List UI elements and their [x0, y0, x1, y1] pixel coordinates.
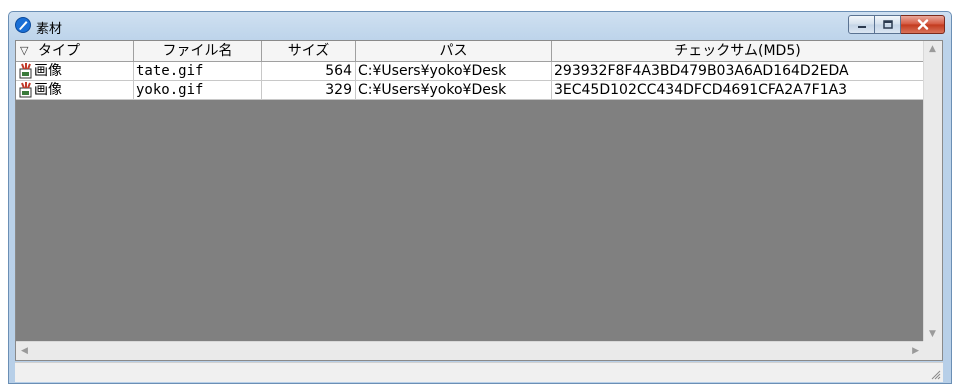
image-file-icon: [19, 82, 32, 98]
column-header-size[interactable]: サイズ: [262, 41, 356, 61]
scroll-up-icon[interactable]: ▲: [929, 44, 936, 54]
cell-checksum: 293932F8F4A3BD479B03A6AD164D2EDA: [552, 62, 924, 80]
cell-size: 564: [262, 62, 356, 80]
cell-type-text: 画像: [34, 63, 62, 79]
material-window: 素材 ▽ タイプ ファイル名 サイズ パス チェックサム(MD5) 画像 tat…: [8, 11, 952, 384]
sort-down-icon: ▽: [20, 44, 29, 57]
horizontal-scrollbar[interactable]: ◀ ▶: [16, 341, 924, 360]
table-row[interactable]: 画像 yoko.gif 329 C:¥Users¥yoko¥Desk 3EC45…: [16, 81, 924, 100]
cell-filename: tate.gif: [134, 62, 262, 80]
cell-checksum: 3EC45D102CC434DFCD4691CFA2A7F1A3: [552, 81, 924, 99]
cell-size: 329: [262, 81, 356, 99]
close-icon: [917, 19, 928, 30]
cell-path: C:¥Users¥yoko¥Desk: [356, 62, 552, 80]
title-bar[interactable]: 素材: [9, 12, 951, 40]
resize-grip-icon[interactable]: [929, 368, 941, 380]
scroll-down-icon[interactable]: ▼: [929, 329, 936, 339]
close-button[interactable]: [901, 15, 945, 34]
cell-type: 画像: [16, 81, 134, 99]
cell-filename: yoko.gif: [134, 81, 262, 99]
status-bar: [15, 362, 943, 382]
column-label-type: タイプ: [38, 43, 80, 59]
cell-type: 画像: [16, 62, 134, 80]
column-header-filename[interactable]: ファイル名: [134, 41, 262, 61]
scroll-corner: [923, 341, 942, 360]
scroll-left-icon[interactable]: ◀: [21, 346, 28, 356]
minimize-icon: [857, 25, 866, 28]
app-icon[interactable]: [15, 17, 31, 33]
maximize-button[interactable]: [875, 15, 901, 34]
file-grid: ▽ タイプ ファイル名 サイズ パス チェックサム(MD5) 画像 tate.g…: [15, 40, 943, 361]
table-row[interactable]: 画像 tate.gif 564 C:¥Users¥yoko¥Desk 29393…: [16, 62, 924, 81]
image-file-icon: [19, 63, 32, 79]
column-header-type[interactable]: ▽ タイプ: [16, 41, 134, 61]
column-header-checksum[interactable]: チェックサム(MD5): [552, 41, 924, 61]
window-title: 素材: [36, 22, 63, 37]
column-header-path[interactable]: パス: [356, 41, 552, 61]
maximize-icon: [882, 20, 893, 29]
vertical-scrollbar[interactable]: ▲ ▼: [923, 41, 942, 342]
minimize-button[interactable]: [848, 15, 875, 34]
cell-type-text: 画像: [34, 82, 62, 98]
caption-buttons: [848, 15, 945, 35]
scroll-right-icon[interactable]: ▶: [912, 346, 919, 356]
grid-header: ▽ タイプ ファイル名 サイズ パス チェックサム(MD5): [16, 41, 924, 62]
cell-path: C:¥Users¥yoko¥Desk: [356, 81, 552, 99]
